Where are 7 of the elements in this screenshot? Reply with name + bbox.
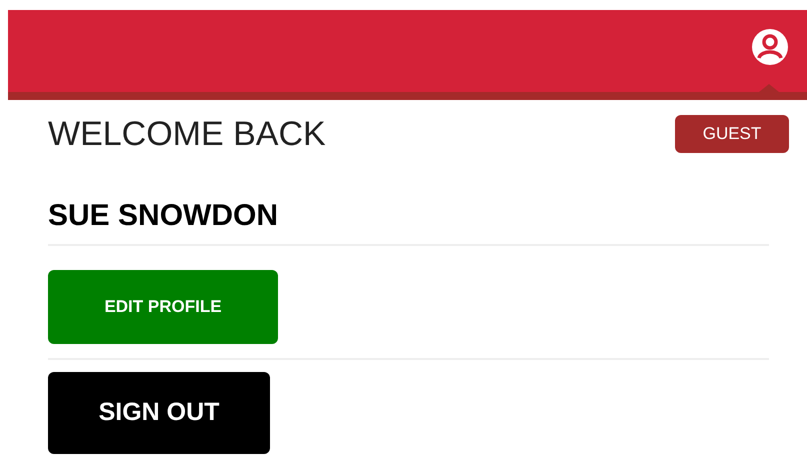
welcome-heading: WELCOME BACK xyxy=(48,114,326,154)
user-icon[interactable] xyxy=(751,28,789,66)
edit-profile-button[interactable]: EDIT PROFILE xyxy=(48,270,278,344)
guest-badge: GUEST xyxy=(675,115,789,153)
user-name: SUE SNOWDON xyxy=(48,198,278,234)
sign-out-button[interactable]: SIGN OUT xyxy=(48,372,270,454)
caret-icon xyxy=(759,84,779,92)
